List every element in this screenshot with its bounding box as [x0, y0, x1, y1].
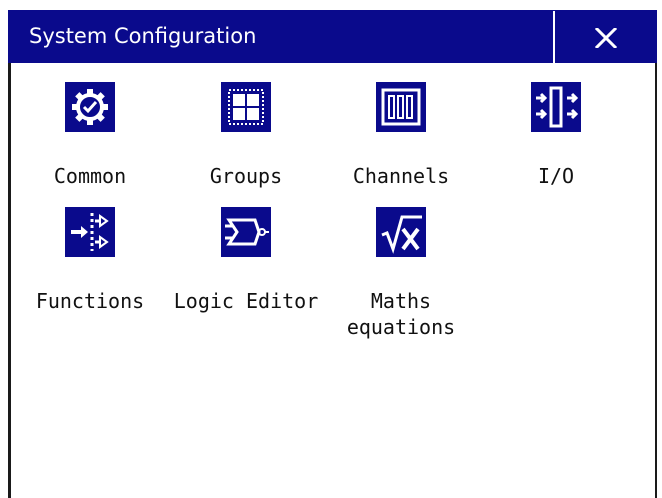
close-icon: [595, 28, 617, 48]
tile-label: Functions: [35, 289, 145, 313]
gear-check-icon: [65, 82, 115, 132]
tile-io[interactable]: I/O: [491, 82, 621, 192]
square-root-icon: [376, 207, 426, 257]
logic-gate-icon: [221, 207, 271, 257]
tile-functions[interactable]: Functions: [25, 207, 155, 317]
title-bar: System Configuration: [8, 10, 657, 64]
window-title: System Configuration: [29, 24, 257, 48]
channel-bars-icon: [376, 82, 426, 132]
tile-label: Maths equations: [346, 289, 456, 339]
tile-logic-editor[interactable]: Logic Editor: [174, 207, 318, 317]
tile-label: Channels: [352, 164, 450, 188]
tile-groups[interactable]: Groups: [181, 82, 311, 192]
tile-common[interactable]: Common: [25, 82, 155, 192]
tile-label: Common: [53, 164, 127, 188]
tile-label: Groups: [209, 164, 283, 188]
tile-maths-equations[interactable]: Maths equations: [336, 207, 466, 343]
io-arrows-icon: [531, 82, 581, 132]
grid-icon: [221, 82, 271, 132]
tile-label: I/O: [537, 164, 575, 188]
function-branch-icon: [65, 207, 115, 257]
close-button[interactable]: [553, 11, 656, 63]
tile-channels[interactable]: Channels: [336, 82, 466, 192]
tile-label: Logic Editor: [173, 289, 319, 313]
content-area: Common Groups Channels I/O Functions Log…: [8, 63, 657, 498]
system-configuration-window: System Configuration Common Groups Chann…: [0, 0, 662, 498]
